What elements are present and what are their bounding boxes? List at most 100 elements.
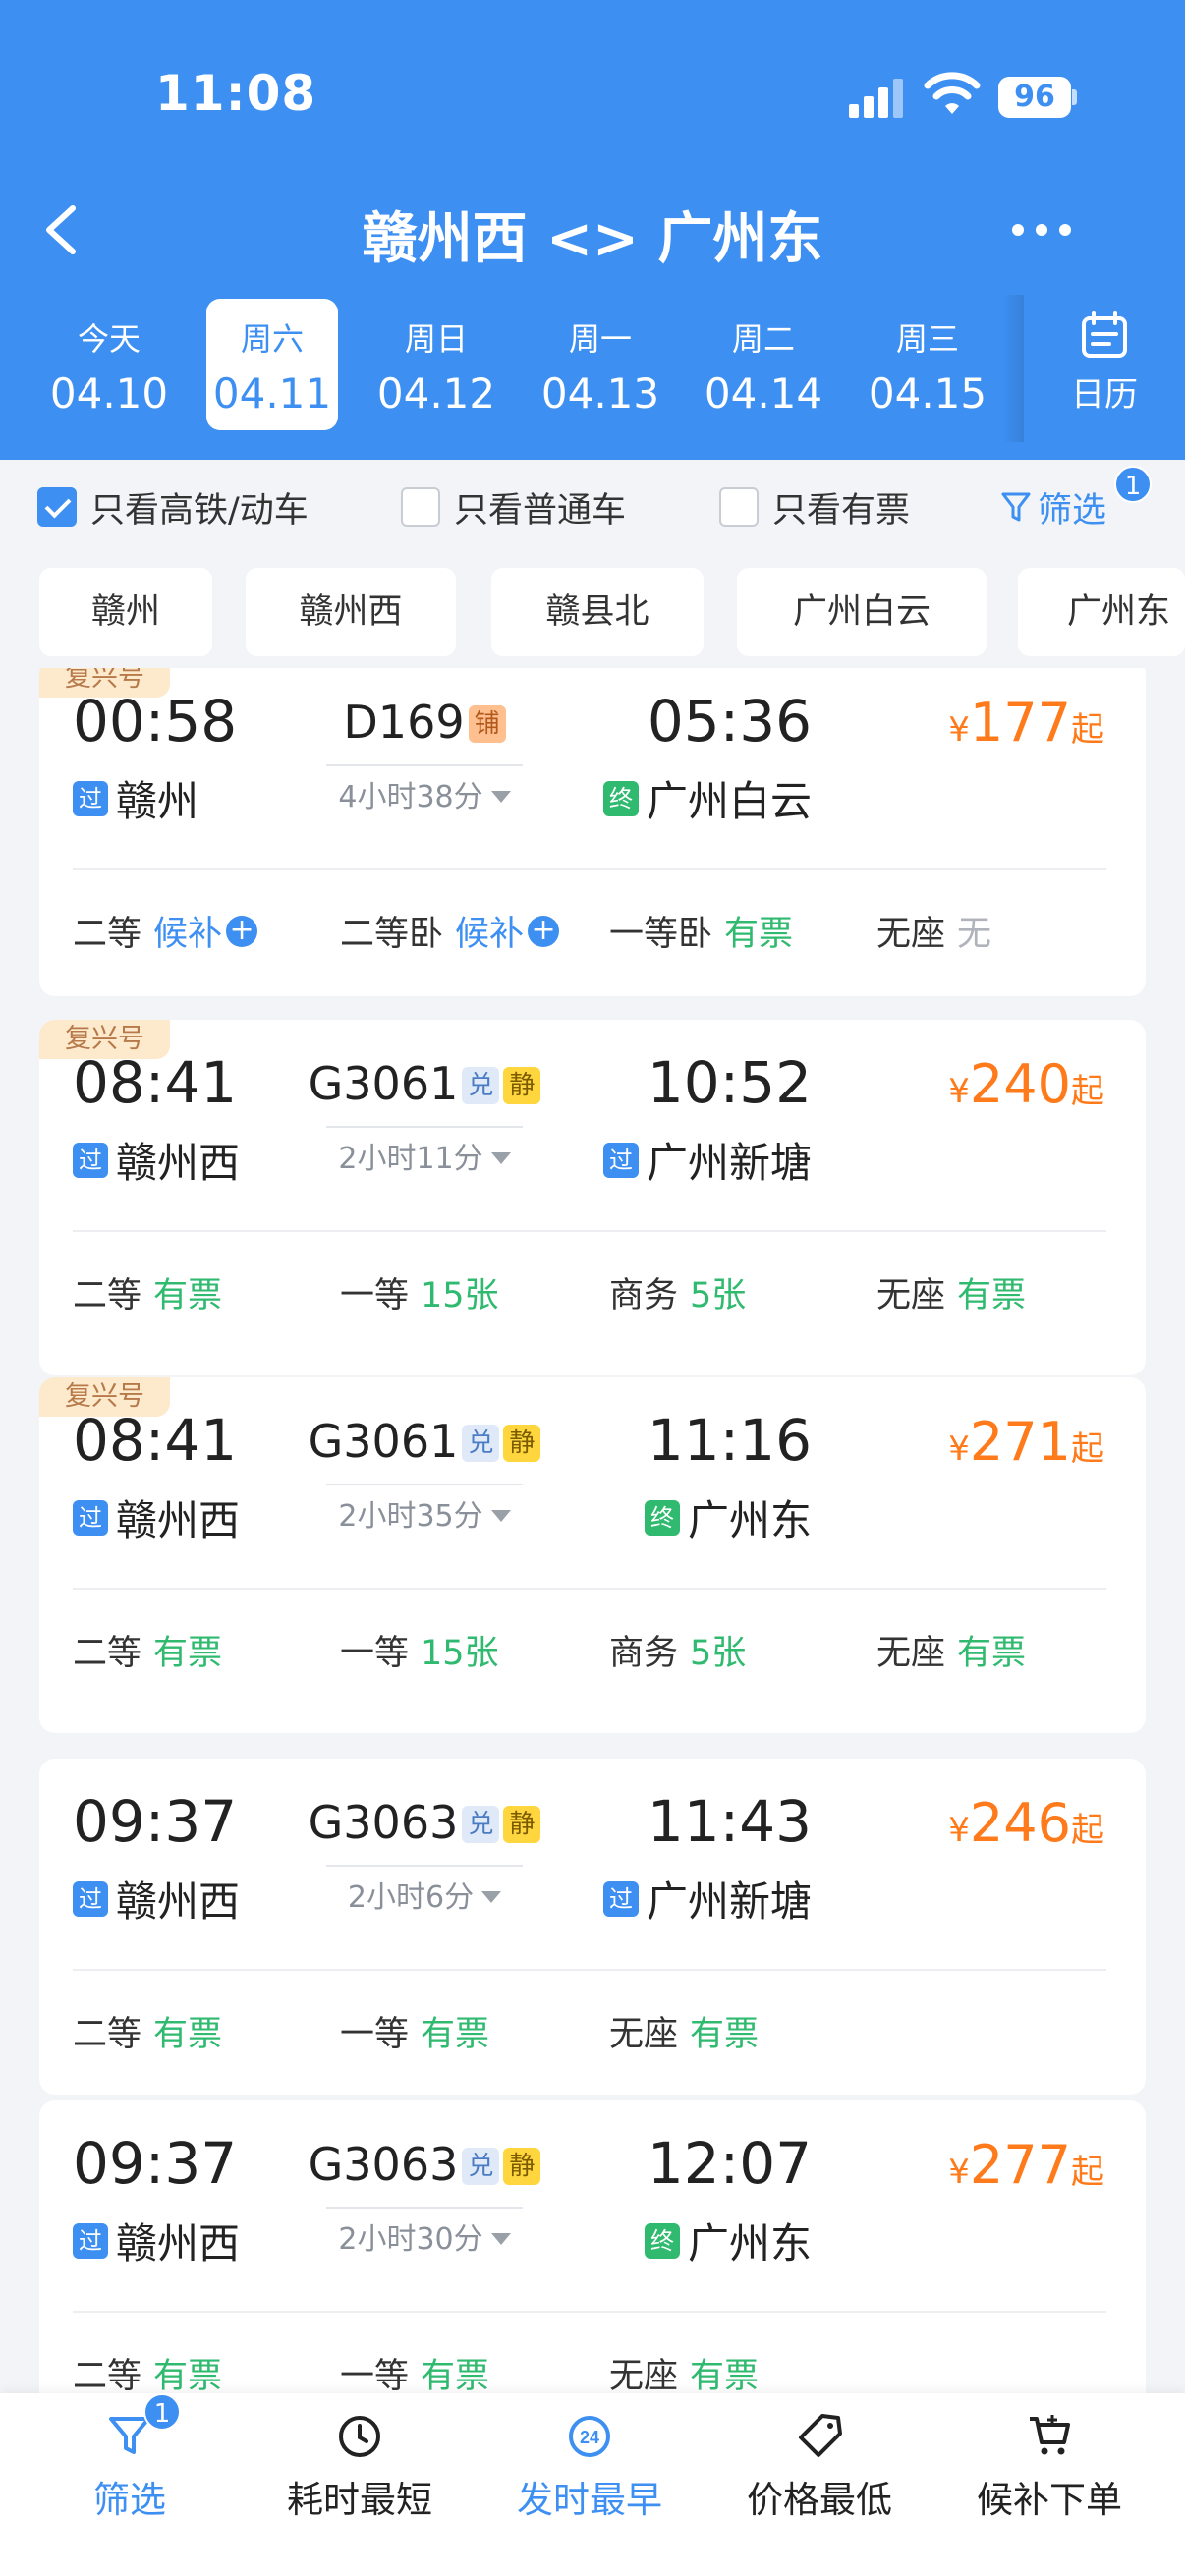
- seat-availability[interactable]: 二等 有票: [73, 2348, 222, 2393]
- seat-availability[interactable]: 一等 15张: [340, 1267, 499, 1317]
- date-tab[interactable]: 今天 04.10: [43, 299, 175, 430]
- seat-availability[interactable]: 二等卧 候补 +: [340, 906, 560, 956]
- train-card[interactable]: 复兴号 00:58 D169 铺 05:36 4小时38分过赣州终广州白云 ¥177起 二等候…: [39, 668, 1146, 996]
- price-suffix: 起: [1071, 2153, 1104, 2192]
- cart-icon: [1030, 2415, 1070, 2455]
- train-card[interactable]: 09:37 G3063 兑静 12:07 2小时30分过赣州西终广州东 ¥277起 二等 有票…: [39, 2100, 1146, 2393]
- date-tab-date: 04.15: [868, 369, 988, 418]
- station-chip[interactable]: 广州东: [1018, 568, 1185, 656]
- date-tab[interactable]: 周日 04.12: [370, 299, 502, 430]
- seat-class: 无座: [876, 1276, 946, 1316]
- seat-availability[interactable]: 无座 有票: [609, 2006, 759, 2056]
- add-waitlist-icon[interactable]: +: [226, 915, 258, 947]
- divider: [73, 1230, 1106, 1232]
- station-chip[interactable]: 赣州西: [246, 568, 456, 656]
- station-chip[interactable]: 广州白云: [737, 568, 987, 656]
- to-station: 过广州新塘: [602, 1869, 812, 1929]
- seat-availability[interactable]: 二等 候补 +: [73, 906, 258, 956]
- seat-availability[interactable]: 二等 有票: [73, 2006, 222, 2056]
- date-tab[interactable]: 周六 04.11: [206, 299, 338, 430]
- price-value: 271: [969, 1411, 1071, 1473]
- train-card[interactable]: 复兴号 08:41 G3061 兑静 11:16 2小时35分过赣州西终广州东 ¥271起二…: [39, 1377, 1146, 1733]
- train-number-text: G3063: [308, 1796, 459, 1849]
- checkbox-label: 只看高铁/动车: [90, 490, 309, 531]
- train-feature-badge: 静: [503, 1806, 541, 1843]
- bottom-clock-button[interactable]: 耗时最短: [261, 2411, 458, 2523]
- station-name: 赣州西: [116, 1496, 241, 1544]
- divider: [73, 1969, 1106, 1971]
- seat-availability[interactable]: 无座 有票: [609, 2348, 759, 2393]
- only-normal-checkbox[interactable]: 只看普通车: [401, 485, 627, 531]
- seat-availability[interactable]: 二等 有票: [73, 1625, 222, 1675]
- station-type-badge: 过: [73, 780, 108, 816]
- seat-availability[interactable]: 无座无: [876, 906, 991, 956]
- more-button[interactable]: [1012, 218, 1075, 242]
- seat-availability[interactable]: 商务 5张: [609, 1267, 746, 1317]
- seat-availability[interactable]: 商务 5张: [609, 1625, 746, 1675]
- duration-toggle[interactable]: 4小时38分: [326, 764, 523, 815]
- chevron-down-icon: [481, 1891, 502, 1903]
- bottom-filter-badge: 1: [143, 2393, 181, 2431]
- only-available-checkbox[interactable]: 只看有票: [719, 485, 910, 531]
- duration-toggle[interactable]: 2小时30分: [326, 2207, 523, 2258]
- train-card[interactable]: 复兴号 08:41 G3061 兑静 10:52 2小时11分过赣州西过广州新塘 ¥240起…: [39, 1020, 1146, 1375]
- date-tab-weekday: 周六: [240, 320, 304, 358]
- page-title: 赣州西 <> 广州东: [362, 207, 823, 271]
- seat-availability[interactable]: 一等卧 有票: [609, 906, 793, 956]
- funnel-icon: [1001, 492, 1031, 522]
- seat-availability[interactable]: 一等 有票: [340, 2006, 489, 2056]
- price-suffix: 起: [1071, 710, 1104, 750]
- station-chip[interactable]: 赣县北: [491, 568, 704, 656]
- seat-status: 候补: [455, 915, 525, 954]
- from-station: 过赣州西: [73, 2211, 240, 2270]
- seat-status: 有票: [153, 1276, 223, 1316]
- to-station: 终广州东: [644, 2211, 812, 2270]
- train-card[interactable]: 09:37 G3063 兑静 11:43 2小时6分过赣州西过广州新塘 ¥246起 二等 有票…: [39, 1759, 1146, 2095]
- station-type-badge: 终: [602, 780, 639, 816]
- train-list[interactable]: 复兴号 00:58 D169 铺 05:36 4小时38分过赣州终广州白云 ¥177起 二等候…: [0, 668, 1185, 2393]
- date-tab[interactable]: 周二 04.14: [698, 299, 829, 430]
- train-feature-badge: 兑: [462, 1425, 500, 1462]
- arrival-time: 10:52: [647, 1049, 812, 1116]
- station-chip[interactable]: 赣州: [39, 568, 212, 656]
- filter-label: 筛选: [1038, 490, 1107, 531]
- seat-availability[interactable]: 二等 有票: [73, 1267, 222, 1317]
- duration-toggle[interactable]: 2小时35分: [326, 1484, 523, 1535]
- bottom-button-label: 候补下单: [977, 2479, 1122, 2521]
- price: ¥246起: [948, 1792, 1104, 1854]
- status-time: 11:08: [155, 65, 317, 122]
- bottom-funnel-button[interactable]: 筛选: [31, 2411, 228, 2523]
- only-high-speed-checkbox[interactable]: 只看高铁/动车: [37, 485, 309, 531]
- date-tab[interactable]: 周三 04.15: [862, 299, 993, 430]
- chevron-down-icon: [490, 791, 511, 803]
- seat-availability[interactable]: 无座 有票: [876, 1267, 1026, 1317]
- train-number: G3063 兑静: [287, 2138, 562, 2191]
- price: ¥240起: [948, 1053, 1104, 1115]
- train-number: G3063 兑静: [287, 1796, 562, 1849]
- add-waitlist-icon[interactable]: +: [528, 915, 560, 947]
- train-number: G3061 兑静: [287, 1415, 562, 1468]
- date-tab[interactable]: 周一 04.13: [535, 299, 666, 430]
- seat-class: 二等: [73, 915, 142, 954]
- price-symbol: ¥: [948, 1429, 970, 1469]
- bottom-24h-button[interactable]: 24 发时最早: [491, 2411, 688, 2523]
- train-number: D169 铺: [287, 696, 562, 749]
- bottom-toolbar: 筛选 1 耗时最短 24 发时最早 价格最低 候补下单: [0, 2393, 1185, 2576]
- seat-status: 有票: [724, 915, 794, 954]
- arrival-time: 11:43: [647, 1788, 812, 1855]
- duration-toggle[interactable]: 2小时11分: [326, 1126, 523, 1177]
- filter-button[interactable]: 筛选: [1000, 485, 1107, 531]
- checkbox-label: 只看普通车: [454, 490, 627, 531]
- price-value: 277: [969, 2134, 1071, 2196]
- duration-toggle[interactable]: 2小时6分: [326, 1865, 523, 1916]
- bottom-cart-button[interactable]: 候补下单: [951, 2411, 1148, 2523]
- calendar-button[interactable]: 日历: [1057, 310, 1152, 419]
- seat-availability[interactable]: 一等 15张: [340, 1625, 499, 1675]
- to-station: 终广州东: [644, 1487, 812, 1547]
- arrival-time: 12:07: [647, 2130, 812, 2197]
- seat-availability[interactable]: 无座 有票: [876, 1625, 1026, 1675]
- wifi-icon: [924, 72, 981, 114]
- station-type-badge: 过: [73, 1880, 108, 1917]
- bottom-price-tag-button[interactable]: 价格最低: [721, 2411, 918, 2523]
- seat-availability[interactable]: 一等 有票: [340, 2348, 489, 2393]
